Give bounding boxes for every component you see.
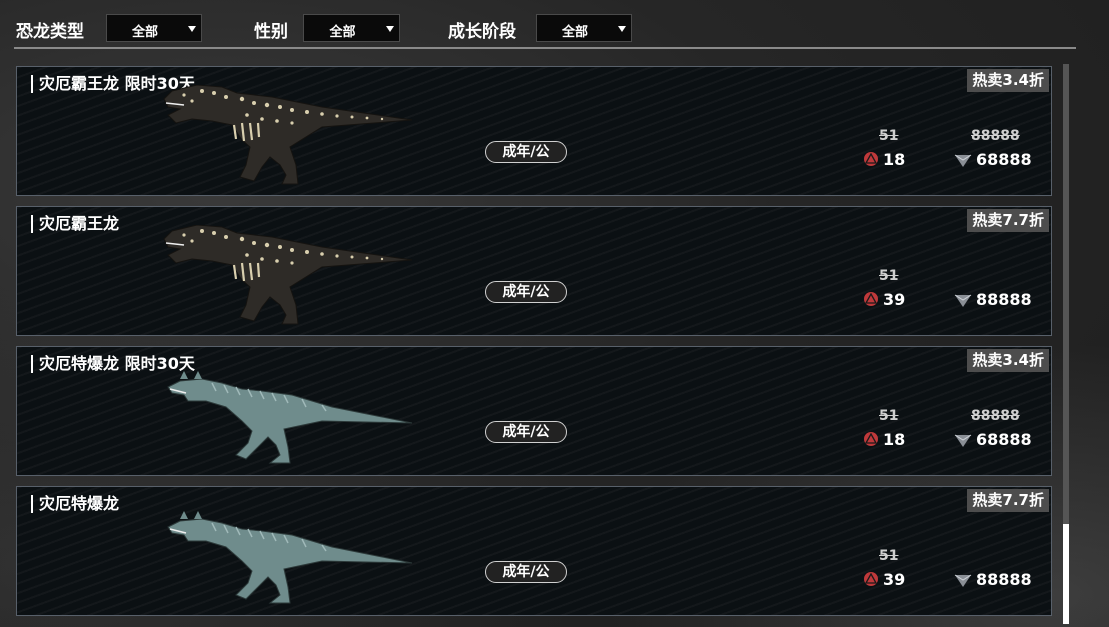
filter-label: 成长阶段	[448, 22, 516, 42]
select-value: 全部	[131, 25, 158, 40]
growth-stage-badge: 成年/公	[485, 281, 567, 303]
product-title: 灾厄特爆龙	[31, 495, 119, 513]
growth-stage-badge: 成年/公	[485, 141, 567, 163]
filter-label: 恐龙类型	[16, 22, 84, 42]
growth-stage-select[interactable]: 全部	[536, 14, 632, 42]
product-card[interactable]: 灾厄霸王龙 限时30天 成年/公 热卖3.4折 51 18 88888 68888	[16, 66, 1052, 196]
product-card[interactable]: 灾厄特爆龙成年/公 热卖7.7折 51 39 88888	[16, 486, 1052, 616]
original-gem-price: 88888	[971, 128, 1020, 144]
carno-dino-icon	[162, 505, 417, 605]
diamond-icon	[954, 294, 972, 307]
discount-badge: 热卖7.7折	[967, 209, 1049, 232]
filter-bar: 恐龙类型 全部 性别 全部 成长阶段 全部	[0, 0, 1080, 49]
original-ruby-price: 51	[879, 548, 899, 564]
ruby-icon	[864, 432, 878, 446]
gem-price: 88888	[976, 570, 1032, 589]
original-gem-price: 88888	[971, 408, 1020, 424]
ruby-price: 39	[883, 290, 906, 309]
select-value: 全部	[329, 25, 356, 40]
filter-label: 性别	[254, 22, 288, 42]
ruby-icon	[864, 292, 878, 306]
chevron-down-icon	[618, 26, 626, 32]
growth-stage-badge: 成年/公	[485, 421, 567, 443]
gem-price: 68888	[976, 430, 1032, 449]
growth-stage-badge: 成年/公	[485, 561, 567, 583]
chevron-down-icon	[386, 26, 394, 32]
select-value: 全部	[561, 25, 588, 40]
product-card[interactable]: 灾厄特爆龙 限时30天 成年/公 热卖3.4折 51 18 88888 68888	[16, 346, 1052, 476]
original-ruby-price: 51	[879, 128, 899, 144]
gem-price: 88888	[976, 290, 1032, 309]
diamond-icon	[954, 574, 972, 587]
rex-dino-icon	[162, 225, 417, 325]
rex-dino-icon	[162, 85, 417, 185]
ruby-price: 39	[883, 570, 906, 589]
ruby-price: 18	[883, 430, 906, 449]
gem-price: 68888	[976, 150, 1032, 169]
carno-dino-icon	[162, 365, 417, 465]
original-ruby-price: 51	[879, 268, 899, 284]
ruby-icon	[864, 152, 878, 166]
filter-divider	[14, 47, 1076, 49]
chevron-down-icon	[188, 26, 196, 32]
product-card[interactable]: 灾厄霸王龙成年/公 热卖7.7折 51 39 88888	[16, 206, 1052, 336]
discount-badge: 热卖3.4折	[967, 69, 1049, 92]
gender-select[interactable]: 全部	[303, 14, 400, 42]
ruby-icon	[864, 572, 878, 586]
diamond-icon	[954, 154, 972, 167]
dino-type-select[interactable]: 全部	[106, 14, 202, 42]
discount-badge: 热卖3.4折	[967, 349, 1049, 372]
product-title: 灾厄霸王龙	[31, 215, 119, 233]
discount-badge: 热卖7.7折	[967, 489, 1049, 512]
original-ruby-price: 51	[879, 408, 899, 424]
scrollbar-thumb[interactable]	[1063, 524, 1069, 624]
diamond-icon	[954, 434, 972, 447]
ruby-price: 18	[883, 150, 906, 169]
